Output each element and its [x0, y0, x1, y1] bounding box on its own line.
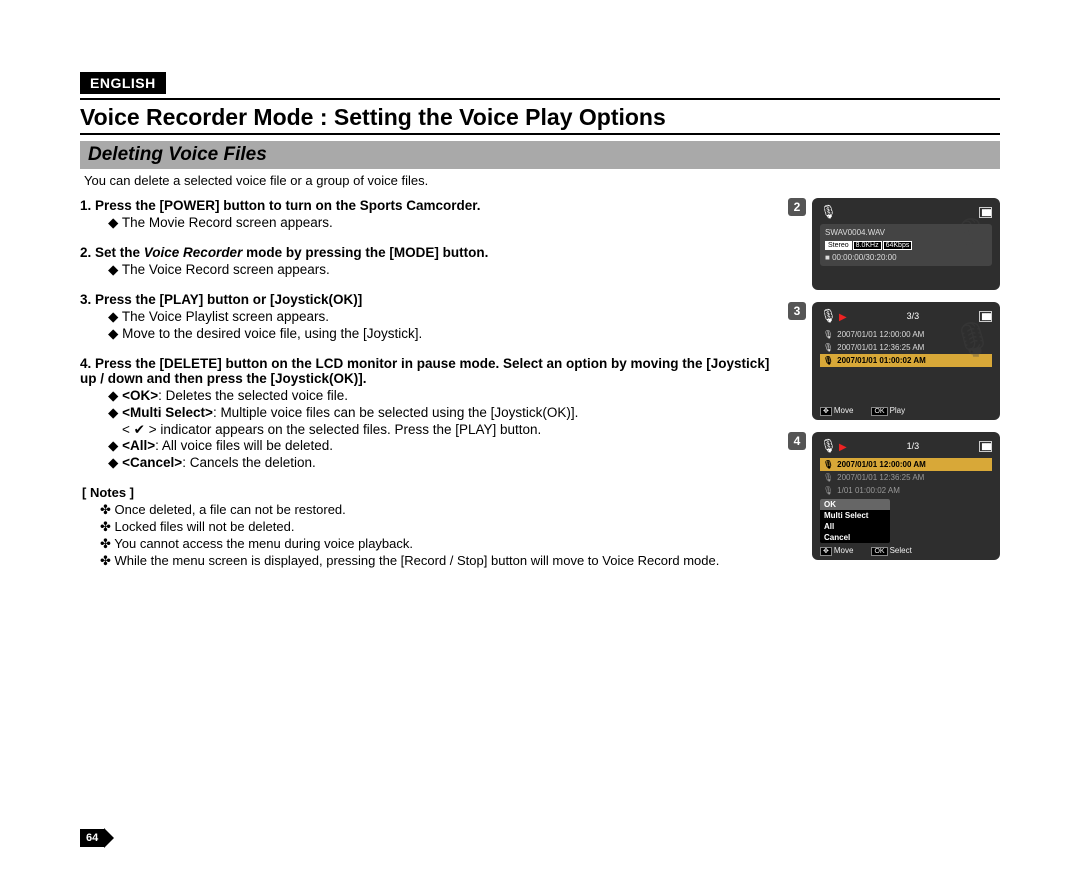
delete-menu-item: OK	[820, 499, 890, 510]
delete-menu-item: All	[820, 521, 890, 532]
mic-icon	[820, 442, 837, 452]
list-counter: 3/3	[907, 311, 920, 321]
step-option: <Cancel>: Cancels the deletion.	[108, 455, 776, 471]
voice-file-row: 2007/01/01 12:36:25 AM	[820, 471, 992, 484]
step-heading: 3. Press the [PLAY] button or [Joystick(…	[80, 292, 776, 307]
language-tag: ENGLISH	[80, 72, 166, 94]
note-item: Once deleted, a file can not be restored…	[100, 502, 776, 518]
note-item: Locked files will not be deleted.	[100, 519, 776, 535]
mic-icon	[820, 204, 837, 220]
audio-badge: 64Kbps	[883, 241, 913, 250]
battery-icon	[979, 441, 992, 452]
step-bullet: The Voice Record screen appears.	[108, 262, 776, 278]
step-option: <All>: All voice files will be deleted.	[108, 438, 776, 454]
intro-text: You can delete a selected voice file or …	[84, 173, 1000, 188]
lcd-column: 2 🎙 SWAV0004.WAV Stereo8.0KHz64Kbps 00:0…	[788, 198, 1000, 570]
hint-select: Select	[890, 546, 912, 555]
panel-number: 3	[788, 302, 806, 320]
page-title: Voice Recorder Mode : Setting the Voice …	[80, 98, 1000, 135]
voice-file-row: 1/01 01:00:02 AM	[820, 484, 992, 497]
audio-badge: Stereo	[825, 241, 852, 250]
notes-label: [ Notes ]	[82, 485, 776, 500]
hint-move: Move	[834, 546, 854, 555]
audio-badge: 8.0KHz	[853, 241, 882, 250]
panel-number: 2	[788, 198, 806, 216]
page-number-box: 64	[80, 829, 104, 847]
play-icon	[839, 442, 847, 452]
page-number-marker-icon	[104, 828, 114, 848]
step-heading: 1. Press the [POWER] button to turn on t…	[80, 198, 776, 213]
delete-menu-item: Cancel	[820, 532, 890, 543]
note-item: While the menu screen is displayed, pres…	[100, 553, 776, 569]
delete-menu: OKMulti SelectAllCancel	[820, 499, 890, 543]
note-item: You cannot access the menu during voice …	[100, 536, 776, 552]
play-icon	[839, 312, 847, 322]
mic-ghost-icon: 🎙	[951, 216, 994, 256]
panel-number: 4	[788, 432, 806, 450]
hint-play: Play	[890, 406, 906, 415]
lcd-panel-4: 4 1/3 2007/01/01 12:00:00 AM2007/01/01 1…	[788, 432, 1000, 560]
step-heading: 4. Press the [DELETE] button on the LCD …	[80, 356, 776, 386]
section-heading: Deleting Voice Files	[80, 141, 1000, 169]
voice-file-row: 2007/01/01 12:00:00 AM	[820, 458, 992, 471]
page-number: 64	[80, 828, 114, 848]
step-option: <Multi Select>: Multiple voice files can…	[108, 405, 776, 421]
hint-move: Move	[834, 406, 854, 415]
step-bullet: Move to the desired voice file, using th…	[108, 326, 776, 342]
lcd-panel-3: 3 3/3 🎙 2007/01/01 12:00:00 AM2007/01/01…	[788, 302, 1000, 420]
mic-ghost-icon: 🎙	[951, 320, 994, 360]
lcd-panel-2: 2 🎙 SWAV0004.WAV Stereo8.0KHz64Kbps 00:0…	[788, 198, 1000, 290]
step-bullet: The Voice Playlist screen appears.	[108, 309, 776, 325]
step-option-extra: < ✔ > indicator appears on the selected …	[108, 422, 776, 438]
step-option: <OK>: Deletes the selected voice file.	[108, 388, 776, 404]
list-counter: 1/3	[907, 441, 920, 451]
step-bullet: The Movie Record screen appears.	[108, 215, 776, 231]
mic-icon	[820, 312, 837, 322]
instructions-column: 1. Press the [POWER] button to turn on t…	[80, 198, 776, 570]
delete-menu-item: Multi Select	[820, 510, 890, 521]
step-heading: 2. Set the Voice Recorder mode by pressi…	[80, 245, 776, 260]
